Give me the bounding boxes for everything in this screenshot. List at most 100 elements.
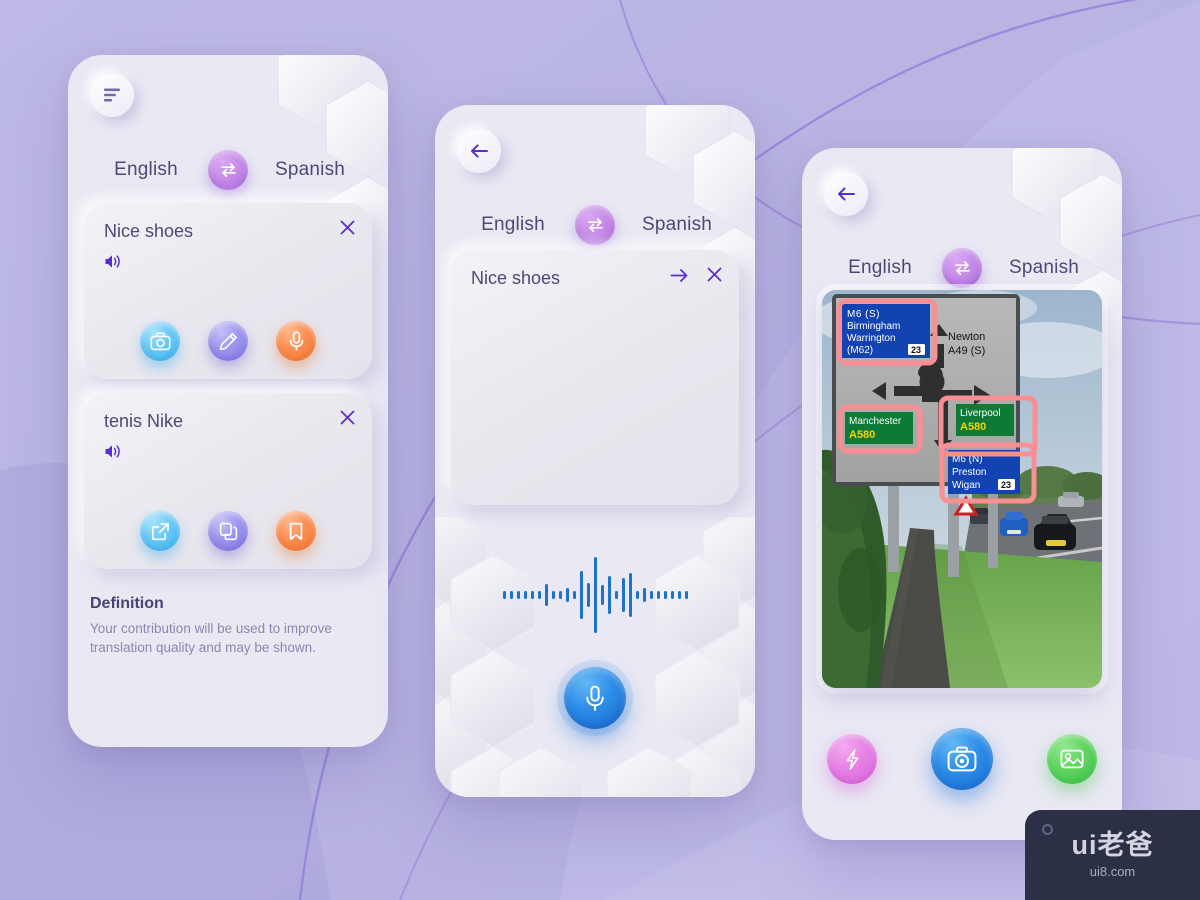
watermark-brand: ui老爸 [1071, 829, 1154, 860]
gallery-icon [1060, 749, 1084, 769]
waveform-bar [544, 584, 548, 606]
swap-languages-button-2[interactable] [575, 205, 615, 245]
waveform-bar [551, 591, 555, 599]
back-button-3[interactable] [824, 172, 868, 216]
microphone-action-button[interactable] [276, 321, 316, 361]
close-icon [340, 410, 355, 425]
voice-input-card: Nice shoes [451, 250, 739, 505]
card-close-button-1[interactable] [339, 219, 356, 241]
svg-text:Newton: Newton [948, 331, 985, 343]
camera-action-bar [802, 728, 1122, 790]
waveform-bar [684, 591, 688, 599]
target-language-2[interactable]: Spanish [625, 214, 729, 236]
flash-toggle-button[interactable] [827, 734, 877, 784]
speak-button-1[interactable] [104, 253, 124, 275]
target-language-3[interactable]: Spanish [992, 257, 1096, 279]
capture-photo-button[interactable] [931, 728, 993, 790]
back-arrow-icon [838, 187, 855, 201]
swap-arrows-icon [587, 218, 603, 232]
copy-action-button[interactable] [208, 511, 248, 551]
waveform-bar [649, 591, 653, 599]
share-external-icon [151, 522, 169, 540]
svg-text:Warrington: Warrington [847, 333, 896, 344]
card-actions-1 [84, 321, 372, 361]
record-microphone-button[interactable] [564, 667, 626, 729]
svg-text:23: 23 [1001, 480, 1011, 490]
arrow-right-icon [670, 269, 688, 282]
waveform-bar [523, 591, 527, 599]
svg-text:A580: A580 [960, 421, 986, 433]
language-selector-bar-3: English Spanish [802, 248, 1122, 288]
menu-button[interactable] [90, 73, 134, 117]
waveform-bar [663, 591, 667, 599]
card-actions-2 [84, 511, 372, 551]
translation-card-1: Nice shoes [84, 203, 372, 379]
close-icon [340, 220, 355, 235]
swap-arrows-icon [220, 163, 236, 177]
svg-text:Wigan: Wigan [952, 480, 980, 491]
gallery-button[interactable] [1047, 734, 1097, 784]
phone-screen-translation-list: English Spanish Nice shoes tenis Nike De… [68, 55, 388, 747]
watermark-url: ui8.com [1089, 863, 1136, 879]
svg-text:M6 (S): M6 (S) [847, 309, 880, 320]
copy-icon [219, 522, 237, 540]
watermark-dot-icon [1042, 824, 1053, 835]
flash-icon [846, 748, 858, 770]
swap-languages-button-1[interactable] [208, 150, 248, 190]
waveform-bar [656, 591, 660, 599]
waveform-bar [502, 591, 506, 599]
phone-screen-camera-translate: English Spanish M6 (S) Birmingham Warrin… [802, 148, 1122, 840]
svg-text:A580: A580 [849, 429, 875, 441]
waveform-bar [579, 571, 583, 619]
swap-languages-button-3[interactable] [942, 248, 982, 288]
waveform-bar [642, 588, 646, 602]
waveform-bar [621, 578, 625, 612]
card-close-button-2[interactable] [339, 409, 356, 431]
speak-button-2[interactable] [104, 443, 124, 465]
audio-waveform [435, 540, 755, 650]
waveform-bar [614, 591, 618, 599]
waveform-bar [607, 576, 611, 614]
speaker-icon [105, 255, 120, 268]
hamburger-icon [104, 88, 120, 102]
waveform-bar [558, 591, 562, 599]
bookmark-action-button[interactable] [276, 511, 316, 551]
waveform-bar [516, 591, 520, 599]
share-action-button[interactable] [140, 511, 180, 551]
source-language-2[interactable]: English [461, 214, 565, 236]
svg-text:Preston: Preston [952, 467, 986, 478]
voice-card-close-button[interactable] [706, 266, 723, 288]
camera-preview-photo[interactable]: M6 (S) Birmingham Warrington (M62) 23 Ne… [822, 290, 1102, 688]
phone-screen-voice-input: English Spanish Nice shoes [435, 105, 755, 797]
waveform-bar [635, 591, 639, 599]
camera-action-button[interactable] [140, 321, 180, 361]
translation-word-2: tenis Nike [104, 411, 184, 431]
waveform-bar [593, 557, 597, 633]
close-icon [707, 267, 722, 282]
back-button-2[interactable] [457, 129, 501, 173]
target-language-1[interactable]: Spanish [258, 159, 362, 181]
voice-input-word: Nice shoes [471, 268, 561, 288]
swap-arrows-icon [954, 261, 970, 275]
edit-action-button[interactable] [208, 321, 248, 361]
source-language-1[interactable]: English [94, 159, 198, 181]
waveform-bar [565, 588, 569, 602]
svg-text:23: 23 [911, 345, 921, 355]
camera-icon [947, 746, 977, 772]
language-selector-bar-1: English Spanish [68, 150, 388, 190]
translation-word-1: Nice shoes [104, 221, 194, 241]
submit-translation-button[interactable] [670, 268, 689, 288]
waveform-bar [509, 591, 513, 599]
road-sign-photo: M6 (S) Birmingham Warrington (M62) 23 Ne… [822, 290, 1102, 688]
camera-icon [149, 332, 170, 350]
source-language-3[interactable]: English [828, 257, 932, 279]
waveform-bar [670, 591, 674, 599]
waveform-bar [586, 583, 590, 607]
bookmark-icon [289, 522, 303, 540]
waveform-bar [600, 585, 604, 605]
microphone-icon [586, 685, 604, 711]
definition-block: Definition Your contribution will be use… [90, 595, 366, 657]
pencil-icon [219, 332, 237, 350]
waveform-bar [530, 591, 534, 599]
back-arrow-icon [471, 144, 488, 158]
